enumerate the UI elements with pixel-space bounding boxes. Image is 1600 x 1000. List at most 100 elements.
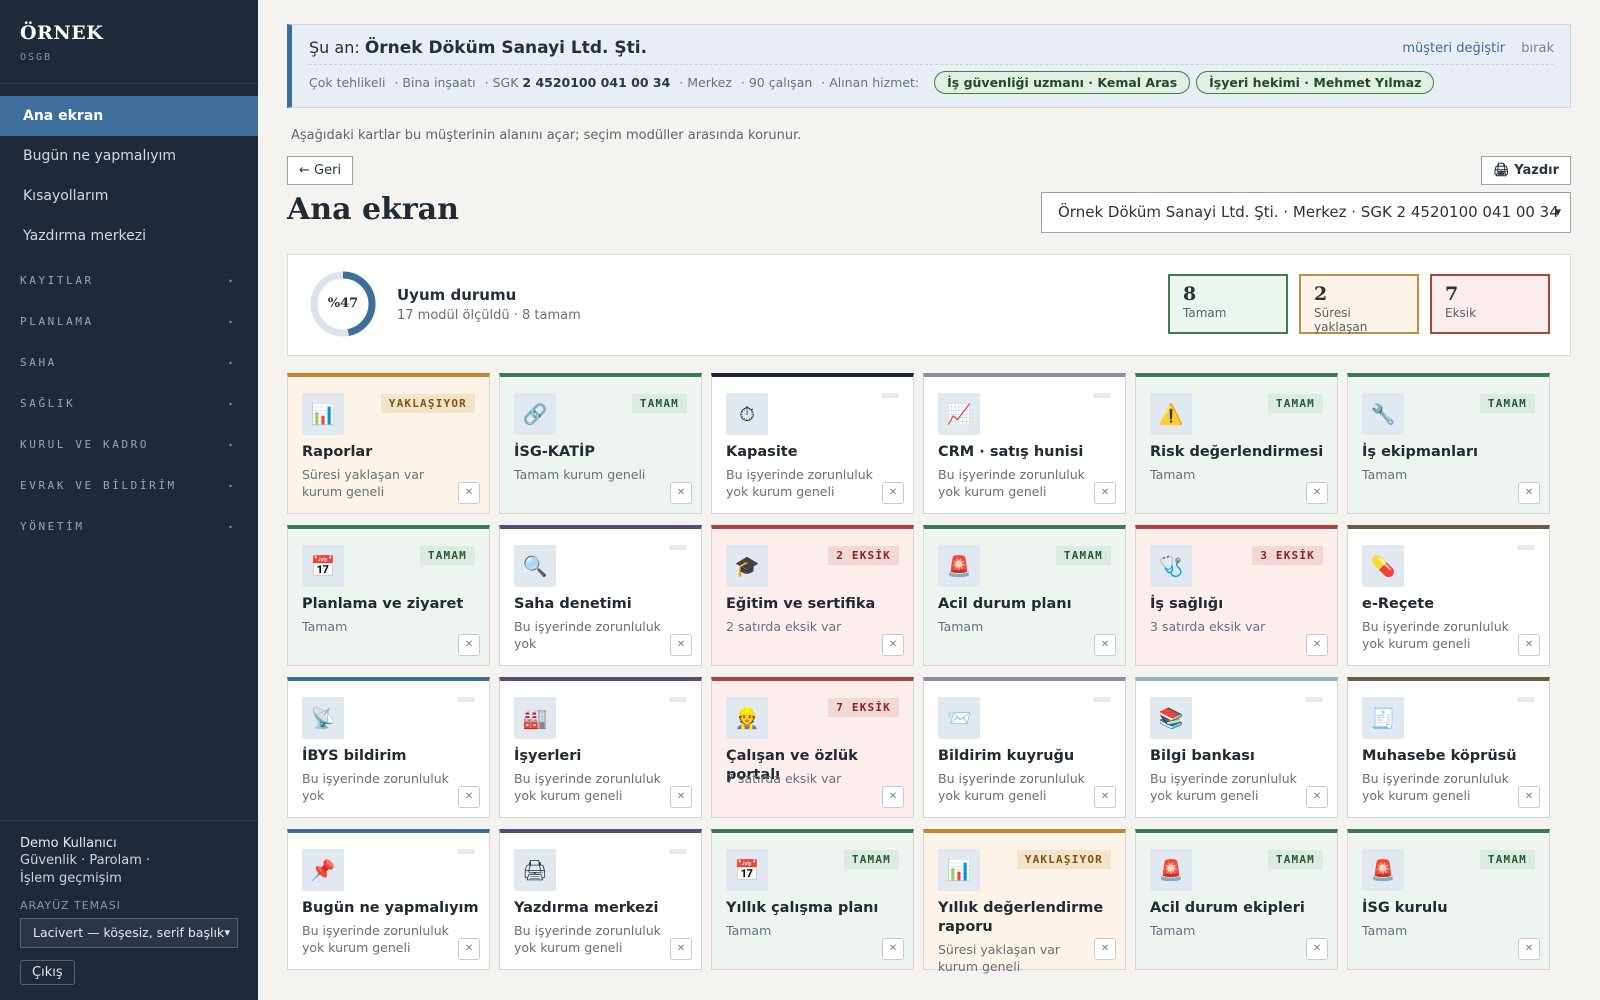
module-card[interactable]: 📌 Bugün ne yapmalıyım Bu işyerinde zorunlu…: [287, 829, 490, 970]
close-icon[interactable]: ✕: [1518, 938, 1540, 960]
sidebar-group[interactable]: PLANLAMA ▸: [0, 301, 258, 342]
module-card[interactable]: 🚨 TAMAM İSG kurulu Tamam ✕: [1347, 829, 1550, 970]
sidebar-group-label: SAHA: [20, 356, 57, 369]
stat-complete[interactable]: 8 Tamam: [1168, 274, 1288, 334]
sidebar-item-bugun[interactable]: Bugün ne yapmalıyım: [0, 136, 258, 176]
customer-select-value: Örnek Döküm Sanayi Ltd. Şti. · Merkez · …: [1058, 203, 1559, 221]
card-description: 7 satırda eksik var: [726, 771, 842, 786]
sidebar-item-yazdirma[interactable]: Yazdırma merkezi: [0, 216, 258, 256]
close-icon[interactable]: ✕: [1306, 938, 1328, 960]
close-icon[interactable]: ✕: [670, 482, 692, 504]
sidebar-group[interactable]: KAYITLAR ▸: [0, 260, 258, 301]
close-icon[interactable]: ✕: [882, 634, 904, 656]
close-icon[interactable]: ✕: [882, 938, 904, 960]
security-link[interactable]: Güvenlik ·: [20, 853, 85, 868]
module-card[interactable]: ⏱ Kapasite Bu işyerinde zorunluluk yok kur…: [711, 373, 914, 514]
sidebar-item-ana-ekran[interactable]: Ana ekran: [0, 96, 258, 136]
card-title: Risk değerlendirmesi: [1150, 444, 1324, 460]
card-title: Raporlar: [302, 444, 373, 460]
customer-select[interactable]: Örnek Döküm Sanayi Ltd. Şti. · Merkez · …: [1041, 192, 1571, 233]
stat-complete-label: Tamam: [1183, 306, 1227, 320]
sidebar-group[interactable]: SAHA ▸: [0, 342, 258, 383]
pill-icon: 💊: [1362, 545, 1404, 587]
close-icon[interactable]: ✕: [670, 634, 692, 656]
module-card[interactable]: 📅 TAMAM Planlama ve ziyaret Tamam ✕: [287, 525, 490, 666]
close-icon[interactable]: ✕: [1094, 786, 1116, 808]
sidebar-group[interactable]: KURUL VE KADRO ▸: [0, 424, 258, 465]
link-icon: 🔗: [514, 393, 556, 435]
card-description: Bu işyerinde zorunluluk yok kurum geneli: [1150, 771, 1297, 803]
card-description: Bu işyerinde zorunluluk yok kurum geneli: [514, 771, 661, 803]
service-pill-safety-expert[interactable]: İş güvenliği uzmanı · Kemal Aras: [934, 71, 1191, 94]
close-icon[interactable]: ✕: [882, 482, 904, 504]
close-icon[interactable]: ✕: [670, 938, 692, 960]
back-button[interactable]: ← Geri: [287, 156, 354, 185]
card-title: Acil durum planı: [938, 596, 1072, 612]
print-button[interactable]: 🖨 Yazdır: [1481, 156, 1571, 185]
module-card[interactable]: 📅 TAMAM Yıllık çalışma planı Tamam ✕: [711, 829, 914, 970]
close-icon[interactable]: ✕: [1518, 634, 1540, 656]
theme-select[interactable]: Lacivert — köşesiz, serif başlık ▾: [20, 918, 238, 948]
card-title: İBYS bildirim: [302, 748, 407, 764]
card-description: Bu işyerinde zorunluluk yok kurum geneli: [726, 467, 873, 499]
module-card[interactable]: 🔧 TAMAM İş ekipmanları Tamam ✕: [1347, 373, 1550, 514]
module-card[interactable]: 🔍 Saha denetimi Bu işyerinde zorunluluk yo…: [499, 525, 702, 666]
change-customer-link[interactable]: müşteri değiştir: [1402, 41, 1505, 56]
module-card[interactable]: 📊 YAKLAŞIYOR Yıllık değerlendirme raporu Sü…: [923, 829, 1126, 974]
sidebar-item-kisayollarim[interactable]: Kısayollarım: [0, 176, 258, 216]
password-link[interactable]: Parolam ·: [89, 853, 150, 868]
close-icon[interactable]: ✕: [1094, 482, 1116, 504]
module-card[interactable]: ⚠️ TAMAM Risk değerlendirmesi Tamam ✕: [1135, 373, 1338, 514]
sidebar-group[interactable]: EVRAK VE BİLDİRİM ▸: [0, 465, 258, 506]
module-card[interactable]: 🖨 Yazdırma merkezi Bu işyerinde zorunluluk…: [499, 829, 702, 970]
close-icon[interactable]: ✕: [1518, 786, 1540, 808]
module-card[interactable]: 📡 İBYS bildirim Bu işyerinde zorunluluk yo…: [287, 677, 490, 818]
status-placeholder: [669, 849, 687, 854]
sgk-number: · SGK 2 4520100 041 00 34: [485, 75, 671, 90]
module-card[interactable]: 🎓 2 EKSİK Eğitim ve sertifika 2 satırda eks…: [711, 525, 914, 666]
module-card[interactable]: 🏭 İşyerleri Bu işyerinde zorunluluk yok ku…: [499, 677, 702, 818]
card-title: Yıllık değerlendirme raporu: [938, 900, 1104, 935]
service-pill-physician[interactable]: İşyeri hekimi · Mehmet Yılmaz: [1196, 71, 1435, 94]
close-icon[interactable]: ✕: [882, 786, 904, 808]
close-icon[interactable]: ✕: [1518, 482, 1540, 504]
alarm-light-icon: 🚨: [1150, 849, 1192, 891]
history-link[interactable]: İşlem geçmişim: [20, 871, 122, 886]
sidebar-group[interactable]: YÖNETİM ▸: [0, 506, 258, 547]
module-card[interactable]: 💊 e-Reçete Bu işyerinde zorunluluk yok kur…: [1347, 525, 1550, 666]
module-card[interactable]: 🚨 TAMAM Acil durum planı Tamam ✕: [923, 525, 1126, 666]
close-icon[interactable]: ✕: [458, 938, 480, 960]
close-icon[interactable]: ✕: [1306, 634, 1328, 656]
card-title: İş sağlığı: [1150, 596, 1224, 612]
close-icon[interactable]: ✕: [1094, 634, 1116, 656]
module-card[interactable]: 🧾 Muhasebe köprüsü Bu işyerinde zorunluluk…: [1347, 677, 1550, 818]
page-title: Ana ekran: [287, 192, 459, 227]
module-card[interactable]: 📚 Bilgi bankası Bu işyerinde zorunluluk yo…: [1135, 677, 1338, 818]
stat-expiring[interactable]: 2 Süresi yaklaşan: [1299, 274, 1419, 334]
card-description: Tamam: [1362, 467, 1408, 482]
close-icon[interactable]: ✕: [458, 786, 480, 808]
compliance-subtitle: 17 modül ölçüldü · 8 tamam: [397, 308, 581, 323]
logout-button[interactable]: Çıkış: [20, 960, 75, 985]
module-card[interactable]: 🔗 TAMAM İSG-KATİP Tamam kurum geneli ✕: [499, 373, 702, 514]
leave-customer-link[interactable]: bırak: [1521, 41, 1554, 56]
card-description: Bu işyerinde zorunluluk yok kurum geneli: [514, 923, 661, 955]
close-icon[interactable]: ✕: [670, 786, 692, 808]
close-icon[interactable]: ✕: [1306, 482, 1328, 504]
chevron-down-icon: ▾: [224, 926, 230, 939]
module-card[interactable]: 📊 YAKLAŞIYOR Raporlar Süresi yaklaşan var k…: [287, 373, 490, 514]
module-card[interactable]: 📈 CRM · satış hunisi Bu işyerinde zorunlul…: [923, 373, 1126, 514]
close-icon[interactable]: ✕: [1094, 938, 1116, 960]
module-card[interactable]: 🚨 TAMAM Acil durum ekipleri Tamam ✕: [1135, 829, 1338, 970]
chevron-right-icon: ▸: [228, 317, 236, 326]
sidebar-group[interactable]: SAĞLIK ▸: [0, 383, 258, 424]
envelope-icon: 📨: [938, 697, 980, 739]
close-icon[interactable]: ✕: [458, 482, 480, 504]
close-icon[interactable]: ✕: [1306, 786, 1328, 808]
module-card[interactable]: 📨 Bildirim kuyruğu Bu işyerinde zorunluluk…: [923, 677, 1126, 818]
module-card[interactable]: 🩺 3 EKSİK İş sağlığı 3 satırda eksik var ✕: [1135, 525, 1338, 666]
stat-missing[interactable]: 7 Eksik: [1430, 274, 1550, 334]
close-icon[interactable]: ✕: [458, 634, 480, 656]
module-card[interactable]: 👷 7 EKSİK Çalışan ve özlük portalı 7 satırd…: [711, 677, 914, 818]
banner-divider: [309, 64, 1554, 65]
